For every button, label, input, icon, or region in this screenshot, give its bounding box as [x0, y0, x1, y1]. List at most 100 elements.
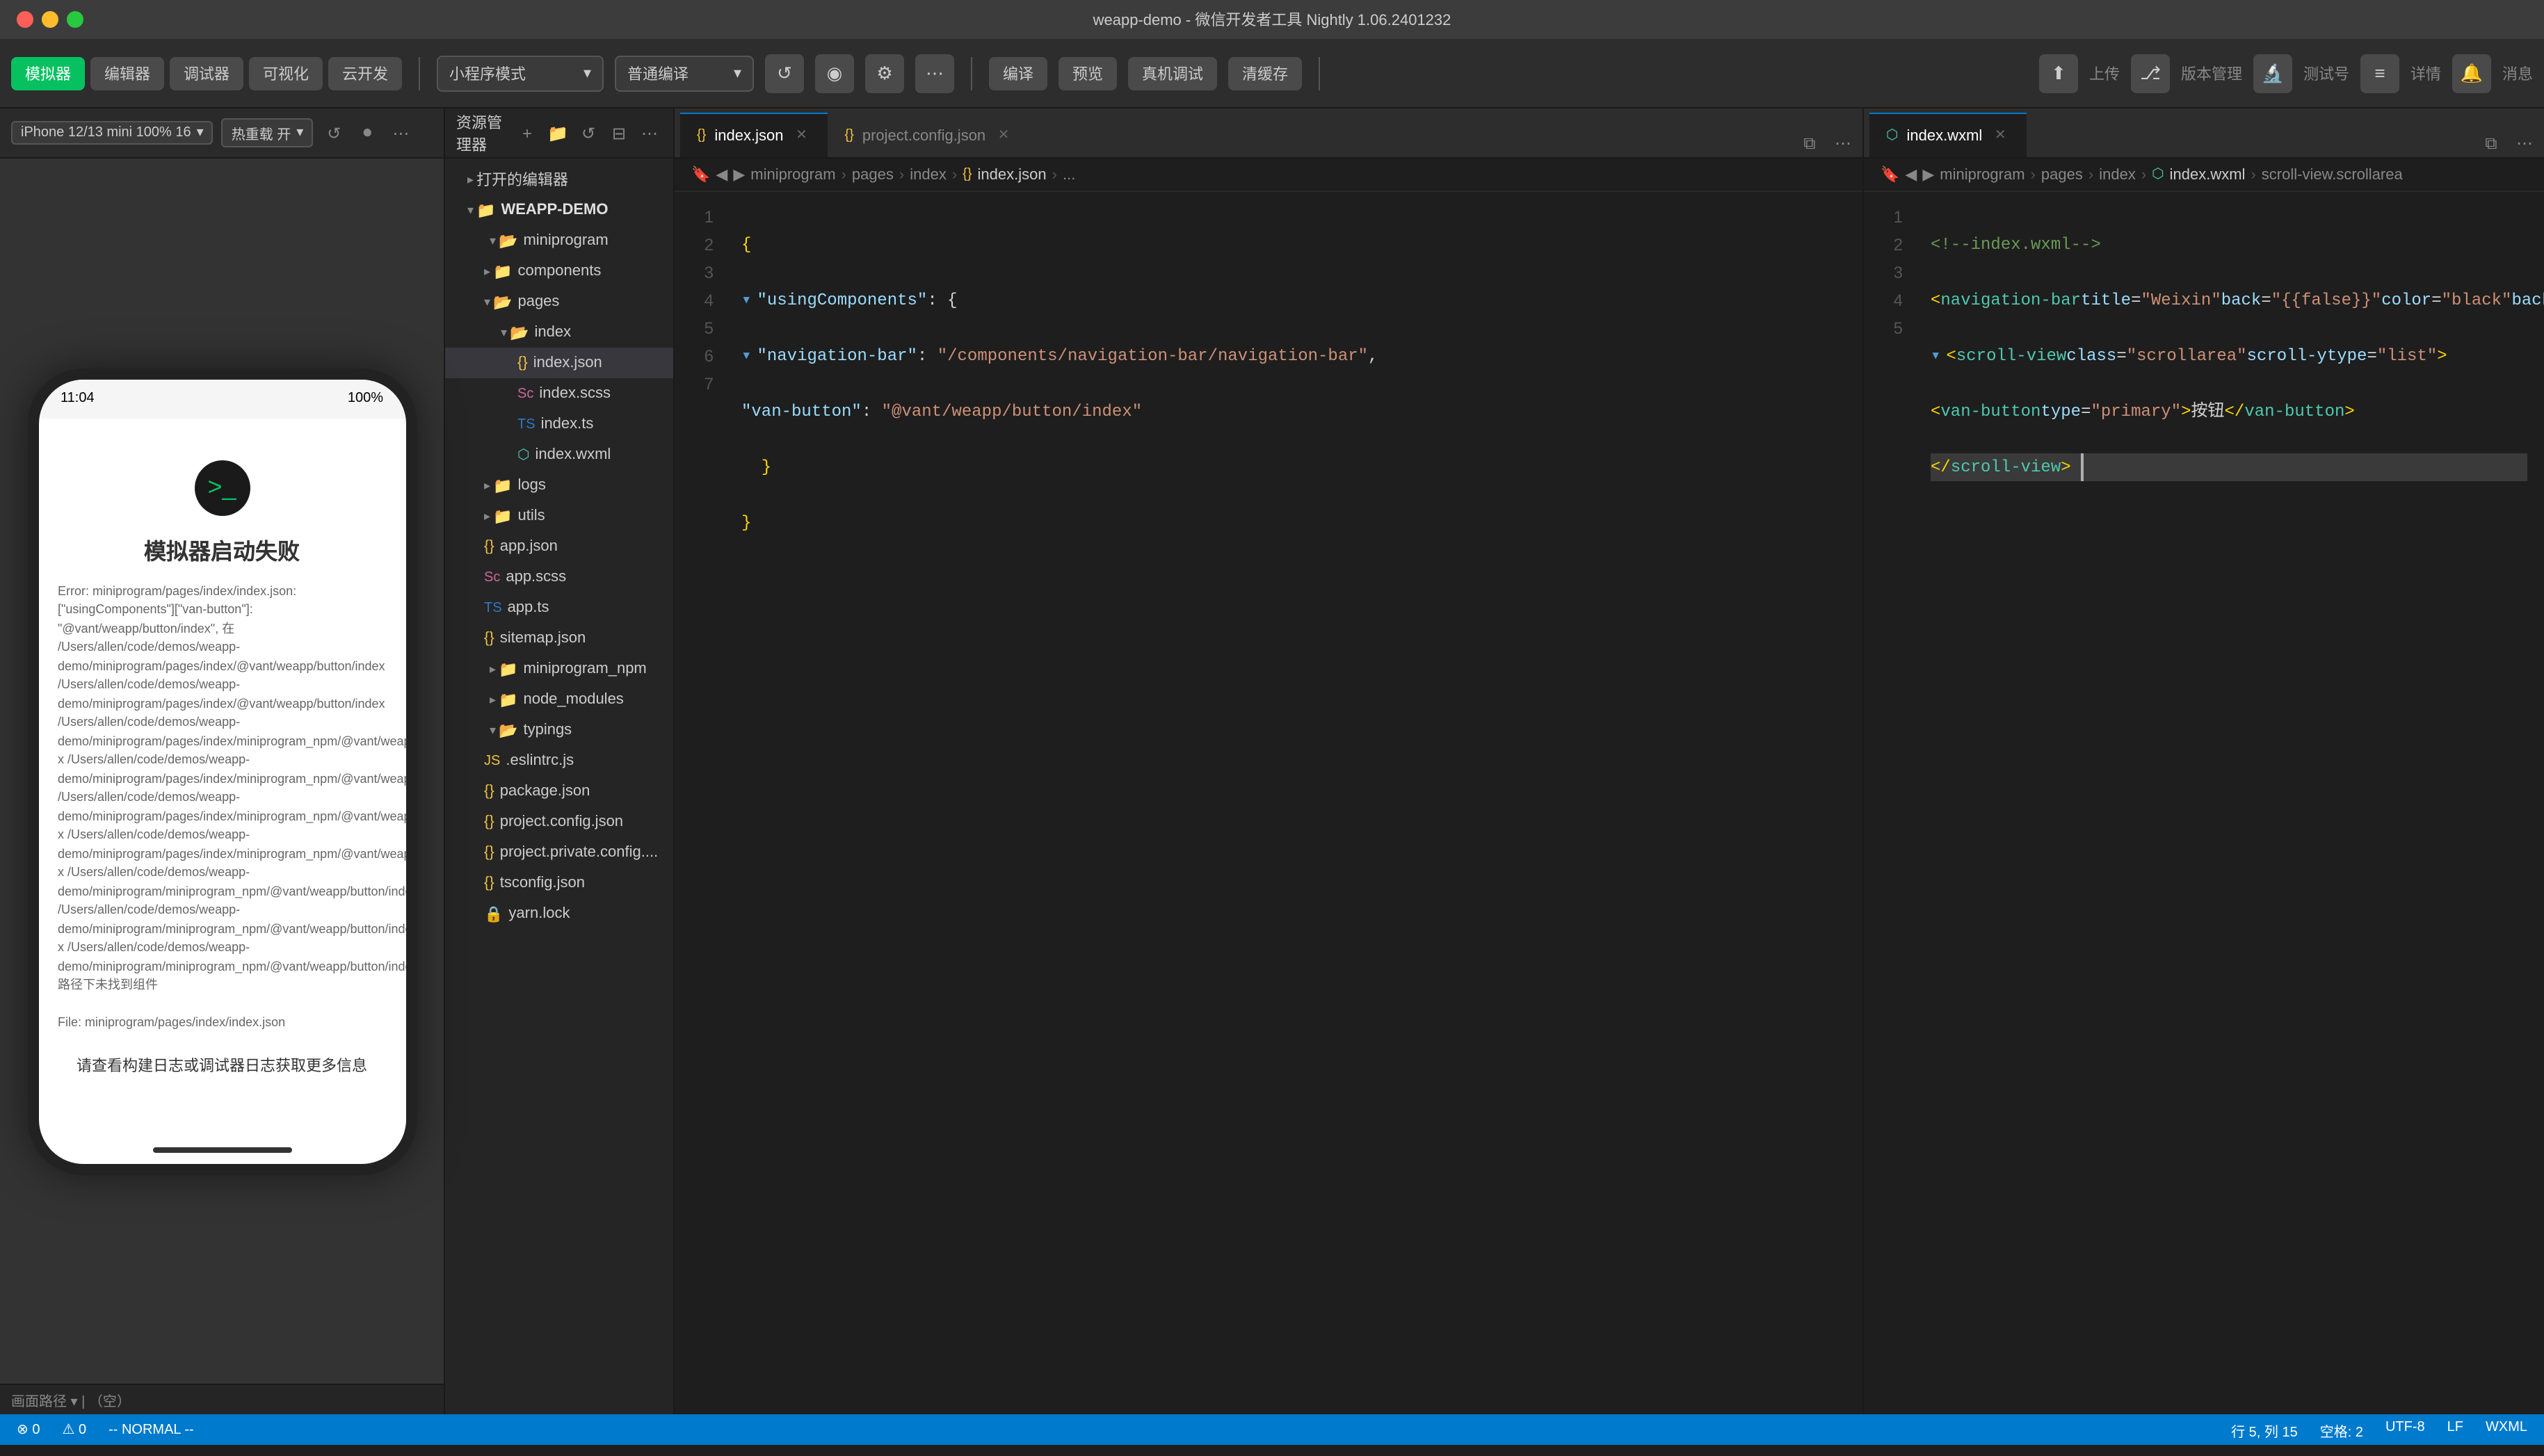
error-count: ⊗ 0: [17, 1422, 40, 1437]
explorer-tree: ▸ 打开的编辑器 ▾ 📁 WEAPP-DEMO ▾ 📂 miniprogram …: [445, 159, 673, 1414]
device-dropdown[interactable]: iPhone 12/13 mini 100% 16 ▾: [11, 121, 214, 145]
left-line-numbers: 1 2 3 4 5 6 7: [675, 192, 725, 1414]
path-label: 画面路径 ▾ | （空）: [11, 1389, 131, 1410]
right-line-numbers: 1 2 3 4 5: [1864, 192, 1914, 1414]
file-eslintrc[interactable]: JS .eslintrc.js: [445, 745, 673, 776]
sim-refresh-btn[interactable]: ↺: [321, 120, 346, 145]
hotreload-dropdown[interactable]: 热重载 开 ▾: [222, 118, 314, 147]
collapse-all-btn[interactable]: ⊟: [606, 120, 631, 145]
minimize-button[interactable]: [42, 11, 58, 28]
message-btn[interactable]: 🔔: [2452, 54, 2491, 92]
right-breadcrumb: 🔖 ◀ ▶ miniprogram › pages › index › ⬡ in…: [1864, 159, 2544, 192]
right-code-editor[interactable]: 1 2 3 4 5 <!--index.wxml--> <navigation-…: [1864, 192, 2544, 1414]
close-button[interactable]: [17, 11, 33, 28]
editor-btn[interactable]: 编辑器: [90, 56, 164, 90]
status-bar: ⊗ 0 ⚠ 0 -- NORMAL -- 行 5, 列 15 空格: 2 UTF…: [0, 1414, 2544, 1445]
folder-utils[interactable]: ▸ 📁 utils: [445, 501, 673, 531]
test-btn[interactable]: 🔬: [2253, 54, 2292, 92]
real-machine-btn[interactable]: 真机调试: [1128, 56, 1217, 90]
bc-bookmark-icon: 🔖: [691, 165, 710, 184]
more-editor-btn[interactable]: ⋯: [1829, 129, 1857, 157]
editor-icons-right: ⧉ ⋯: [2477, 129, 2538, 157]
explorer-title: 资源管理器: [456, 111, 515, 155]
version-btn[interactable]: ⎇: [2131, 54, 2170, 92]
tab-index-json[interactable]: {} index.json ✕: [680, 113, 828, 157]
language: WXML: [2486, 1419, 2527, 1440]
traffic-lights: [17, 11, 83, 28]
file-yarn-lock[interactable]: 🔒 yarn.lock: [445, 898, 673, 929]
phone-time: 11:04: [61, 391, 95, 406]
project-root[interactable]: ▾ 📁 WEAPP-DEMO: [445, 195, 673, 225]
file-project-private[interactable]: {} project.private.config....: [445, 837, 673, 868]
detail-btn[interactable]: ≡: [2360, 54, 2399, 92]
new-folder-btn[interactable]: 📁: [545, 120, 570, 145]
cloud-btn[interactable]: 云开发: [328, 56, 402, 90]
close-index-wxml[interactable]: ✕: [1990, 126, 2010, 145]
file-package-json[interactable]: {} package.json: [445, 776, 673, 807]
folder-components[interactable]: ▸ 📁 components: [445, 256, 673, 286]
file-index-scss[interactable]: Sc index.scss: [445, 378, 673, 409]
new-file-btn[interactable]: +: [515, 120, 540, 145]
compile-dropdown[interactable]: 普通编译 ▾: [615, 55, 754, 91]
folder-typings[interactable]: ▾ 📂 typings: [445, 715, 673, 745]
compile-btn[interactable]: 编译: [989, 56, 1047, 90]
right-more-btn[interactable]: ⋯: [2511, 129, 2538, 157]
close-project-config[interactable]: ✕: [994, 126, 1013, 145]
simulator-btn[interactable]: 模拟器: [11, 56, 85, 90]
preview-circle-btn[interactable]: ◉: [815, 54, 854, 92]
folder-index[interactable]: ▾ 📂 index: [445, 317, 673, 348]
left-code-editor[interactable]: 1 2 3 4 5 6 7 { ▾"usingComponents": { ▾ …: [675, 192, 1862, 1414]
indent-spaces: 空格: 2: [2320, 1419, 2363, 1440]
file-index-ts[interactable]: TS index.ts: [445, 409, 673, 439]
sim-more-btn[interactable]: ⋯: [388, 120, 413, 145]
debugger-btn[interactable]: 调试器: [170, 56, 243, 90]
file-app-json[interactable]: {} app.json: [445, 531, 673, 562]
file-tsconfig[interactable]: {} tsconfig.json: [445, 868, 673, 898]
bc-bookmark-icon-right: 🔖: [1881, 165, 1899, 184]
close-index-json[interactable]: ✕: [791, 126, 811, 145]
folder-logs[interactable]: ▸ 📁 logs: [445, 470, 673, 501]
more-explorer-btn[interactable]: ⋯: [637, 120, 662, 145]
version-label: 版本管理: [2181, 62, 2242, 84]
mini-mode-dropdown[interactable]: 小程序模式 ▾: [437, 55, 604, 91]
folder-miniprogram[interactable]: ▾ 📂 miniprogram: [445, 225, 673, 256]
upload-btn[interactable]: ⬆: [2039, 54, 2078, 92]
phone-error-title: 模拟器启动失败: [38, 532, 405, 565]
left-breadcrumb: 🔖 ◀ ▶ miniprogram › pages › index › {} i…: [675, 159, 1862, 192]
file-project-config[interactable]: {} project.config.json: [445, 807, 673, 837]
settings-btn[interactable]: ⚙: [865, 54, 904, 92]
sim-record-btn[interactable]: ⏺: [355, 120, 380, 145]
file-app-ts[interactable]: TS app.ts: [445, 592, 673, 623]
right-code-content[interactable]: <!--index.wxml--> <navigation-bar title=…: [1914, 192, 2544, 1414]
folder-node-modules[interactable]: ▸ 📁 node_modules: [445, 684, 673, 715]
cursor-position: 行 5, 列 15: [2231, 1419, 2298, 1440]
phone-terminal-icon: >_: [194, 460, 250, 515]
opened-editors-section[interactable]: ▸ 打开的编辑器: [445, 164, 673, 195]
phone-battery: 100%: [348, 391, 383, 406]
file-sitemap-json[interactable]: {} sitemap.json: [445, 623, 673, 654]
split-editor-btn[interactable]: ⧉: [1796, 129, 1824, 157]
explorer-actions: + 📁 ↺ ⊟ ⋯: [515, 120, 662, 145]
file-index-json[interactable]: {} index.json: [445, 348, 673, 378]
refresh-btn[interactable]: ↺: [765, 54, 804, 92]
clear-cache-btn[interactable]: 清缓存: [1228, 56, 1302, 90]
separator-1: [419, 56, 420, 90]
visualize-btn[interactable]: 可视化: [249, 56, 323, 90]
maximize-button[interactable]: [67, 11, 83, 28]
title-bar: weapp-demo - 微信开发者工具 Nightly 1.06.240123…: [0, 0, 2544, 39]
refresh-explorer-btn[interactable]: ↺: [576, 120, 601, 145]
right-split-btn[interactable]: ⧉: [2477, 129, 2505, 157]
more-btn[interactable]: ⋯: [915, 54, 954, 92]
detail-label: 详情: [2410, 62, 2441, 84]
folder-miniprogram-npm[interactable]: ▸ 📁 miniprogram_npm: [445, 654, 673, 684]
tab-index-wxml[interactable]: ⬡ index.wxml ✕: [1869, 113, 2027, 157]
left-code-content[interactable]: { ▾"usingComponents": { ▾ "navigation-ba…: [725, 192, 1862, 1414]
preview-btn[interactable]: 预览: [1058, 56, 1117, 90]
simulator-content: 11:04 100% >_ 模拟器启动失败 Error: miniprogram…: [0, 159, 444, 1384]
tab-project-config[interactable]: {} project.config.json ✕: [828, 113, 1030, 157]
view-mode-group: 模拟器 编辑器 调试器 可视化 云开发: [11, 56, 402, 90]
main-layout: iPhone 12/13 mini 100% 16 ▾ 热重载 开 ▾ ↺ ⏺ …: [0, 108, 2544, 1414]
file-index-wxml[interactable]: ⬡ index.wxml: [445, 439, 673, 470]
folder-pages[interactable]: ▾ 📂 pages: [445, 286, 673, 317]
file-app-scss[interactable]: Sc app.scss: [445, 562, 673, 592]
